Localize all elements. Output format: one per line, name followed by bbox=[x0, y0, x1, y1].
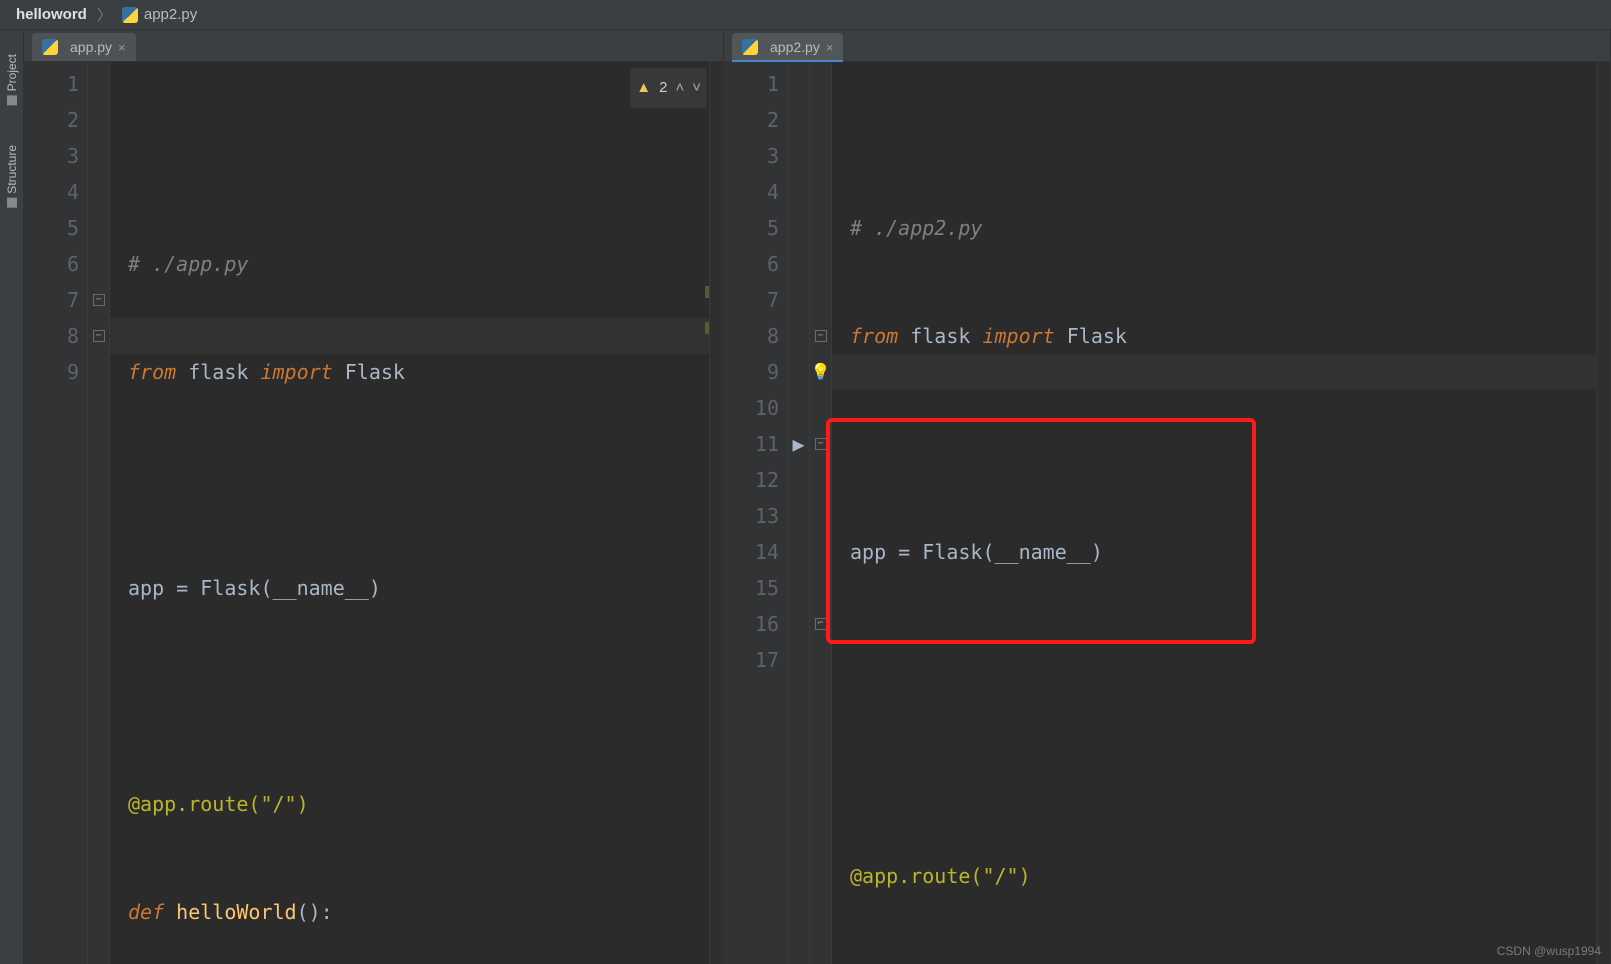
chevron-down-icon[interactable]: ˅ bbox=[692, 70, 701, 106]
scrollbar[interactable] bbox=[709, 62, 723, 964]
fold-icon[interactable]: − bbox=[815, 330, 827, 342]
toolwindow-stripe: Project Structure bbox=[0, 30, 24, 964]
structure-icon bbox=[7, 198, 17, 208]
warning-icon: ▲ bbox=[636, 70, 651, 106]
tab-app2-py[interactable]: app2.py × bbox=[732, 33, 843, 61]
main-area: Project Structure app.py × ▲ 2 ˄ ˅ bbox=[0, 30, 1611, 964]
fold-icon[interactable]: − bbox=[93, 294, 105, 306]
project-icon bbox=[7, 95, 17, 105]
close-icon[interactable]: × bbox=[826, 40, 834, 55]
fold-end-icon[interactable]: ⌐ bbox=[815, 618, 827, 630]
code-lines-left[interactable]: # ./app.py from flask import Flask app =… bbox=[110, 62, 723, 964]
structure-tool-button[interactable]: Structure bbox=[5, 145, 19, 208]
inspection-count: 2 bbox=[659, 70, 667, 106]
tab-app-py[interactable]: app.py × bbox=[32, 33, 136, 61]
structure-tool-label: Structure bbox=[5, 145, 19, 194]
split-editors: app.py × ▲ 2 ˄ ˅ 1 2 3 4 5 6 7 bbox=[24, 30, 1611, 964]
breadcrumb-file[interactable]: app2.py bbox=[116, 6, 203, 23]
scrollbar[interactable] bbox=[1596, 62, 1610, 964]
gutter-line-numbers-left: 1 2 3 4 5 6 7 8 9 bbox=[24, 62, 88, 964]
python-icon bbox=[122, 7, 138, 23]
tab-label: app2.py bbox=[770, 39, 820, 55]
gutter-line-numbers-right: 1 2 3 4 5 6 7 8 9 10 11 12 13 14 15 16 1 bbox=[724, 62, 788, 964]
python-icon bbox=[742, 39, 758, 55]
gutter-annotations-left: − − bbox=[88, 62, 110, 964]
watermark: CSDN @wusp1994 bbox=[1497, 944, 1601, 958]
close-icon[interactable]: × bbox=[118, 40, 126, 55]
python-icon bbox=[42, 39, 58, 55]
chevron-up-icon[interactable]: ˄ bbox=[675, 70, 684, 106]
tab-label: app.py bbox=[70, 39, 112, 55]
annotation-red-box bbox=[826, 418, 1256, 644]
breadcrumb-root[interactable]: helloword bbox=[10, 6, 93, 23]
code-lines-right[interactable]: # ./app2.py from flask import Flask app … bbox=[832, 62, 1610, 964]
lightbulb-icon[interactable]: 💡 bbox=[811, 354, 831, 390]
editor-pane-right: app2.py × 1 2 3 4 5 6 7 8 9 10 11 12 bbox=[724, 30, 1611, 964]
tabstrip-right: app2.py × bbox=[724, 30, 1610, 62]
inspection-widget[interactable]: ▲ 2 ˄ ˅ bbox=[630, 68, 707, 108]
breadcrumb: helloword 〉 app2.py bbox=[0, 0, 1611, 30]
run-icon[interactable]: ▶ bbox=[792, 426, 804, 462]
breadcrumb-file-label: app2.py bbox=[144, 6, 197, 23]
gutter-run-marks: ▶ bbox=[788, 62, 810, 964]
fold-icon[interactable]: − bbox=[815, 438, 827, 450]
project-tool-button[interactable]: Project bbox=[5, 54, 19, 105]
code-area-right[interactable]: 1 2 3 4 5 6 7 8 9 10 11 12 13 14 15 16 1 bbox=[724, 62, 1610, 964]
code-area-left[interactable]: ▲ 2 ˄ ˅ 1 2 3 4 5 6 7 8 9 bbox=[24, 62, 723, 964]
fold-icon[interactable]: − bbox=[93, 330, 105, 342]
tabstrip-left: app.py × bbox=[24, 30, 723, 62]
editor-pane-left: app.py × ▲ 2 ˄ ˅ 1 2 3 4 5 6 7 bbox=[24, 30, 724, 964]
project-tool-label: Project bbox=[5, 54, 19, 91]
breadcrumb-separator: 〉 bbox=[93, 4, 116, 25]
